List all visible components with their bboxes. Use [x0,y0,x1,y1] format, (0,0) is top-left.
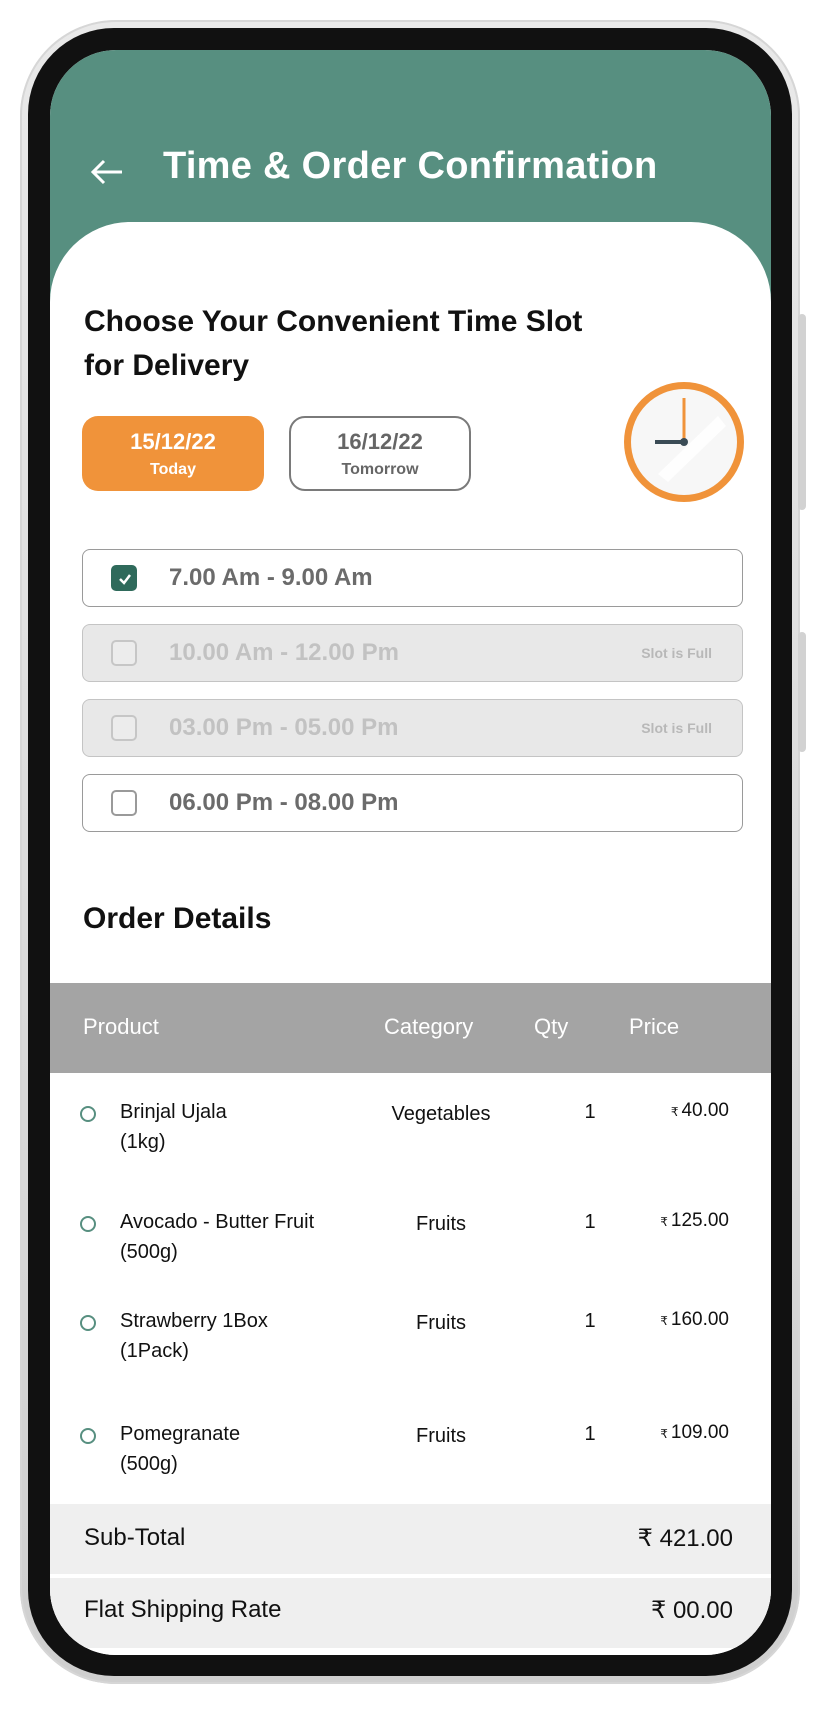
subtotal-label: Sub-Total [84,1524,186,1551]
page-title: Time & Order Confirmation [163,145,658,187]
back-button[interactable] [88,152,128,192]
currency-symbol: ₹ [660,1215,668,1229]
slot-checkbox[interactable] [111,790,137,816]
product-category: Vegetables [391,1103,491,1125]
clock-icon [624,382,744,502]
product-price: ₹125.00 [660,1210,729,1232]
product-unit: (1Pack) [120,1340,189,1362]
arrow-left-icon [90,159,122,185]
time-slot-heading: Choose Your Convenient Time Slot for Del… [84,305,583,382]
slot-time: 06.00 Pm - 08.00 Pm [169,789,399,816]
slot-checkbox[interactable] [111,565,137,591]
circle-bullet-icon [80,1216,96,1232]
price-value: 109.00 [670,1422,729,1443]
time-slot-option[interactable]: 06.00 Pm - 08.00 Pm [82,774,743,832]
product-category: Fruits [416,1312,466,1334]
slot-time: 7.00 Am - 9.00 Am [169,564,373,591]
phone-side-button [798,314,806,510]
currency-symbol: ₹ [660,1314,668,1328]
currency-symbol: ₹ [660,1427,668,1441]
product-title: Avocado - Butter Fruit [120,1211,315,1233]
price-value: 125.00 [670,1210,729,1231]
date-label: Today [150,460,196,478]
app-screen: Time & Order Confirmation Choose Your Co… [50,50,771,1655]
circle-bullet-icon [80,1315,96,1331]
product-name: Strawberry 1Box (1Pack) [120,1306,268,1366]
table-row: Brinjal Ujala (1kg) Vegetables 1 ₹40.00 [50,1073,771,1184]
date-chip-tomorrow[interactable]: 16/12/22 Tomorrow [289,416,471,491]
product-title: Pomegranate [120,1423,241,1445]
slot-time: 03.00 Pm - 05.00 Pm [169,714,399,741]
product-qty: 1 [584,1423,596,1445]
time-slot-option-full: 03.00 Pm - 05.00 Pm Slot is Full [82,699,743,757]
slot-time: 10.00 Am - 12.00 Pm [169,639,399,666]
slot-full-note: Slot is Full [641,720,712,736]
time-slot-option-full: 10.00 Am - 12.00 Pm Slot is Full [82,624,743,682]
product-category: Fruits [416,1213,466,1235]
circle-bullet-icon [80,1106,96,1122]
date-value: 15/12/22 [130,428,216,454]
column-header-category: Category [384,1014,474,1039]
product-name: Pomegranate (500g) [120,1419,240,1479]
shipping-label: Flat Shipping Rate [84,1596,282,1623]
shipping-value: ₹ 00.00 [651,1597,733,1624]
date-label: Tomorrow [341,460,419,478]
product-name: Avocado - Butter Fruit (500g) [120,1207,314,1267]
product-category: Fruits [416,1425,466,1447]
slot-checkbox [111,715,137,741]
column-header-product: Product [83,1014,159,1039]
table-row: Avocado - Butter Fruit (500g) Fruits 1 ₹… [50,1183,771,1294]
product-price: ₹40.00 [671,1100,729,1122]
order-details-title: Order Details [83,902,272,935]
table-row: Pomegranate (500g) Fruits 1 ₹109.00 [50,1392,771,1505]
column-header-qty: Qty [534,1014,569,1039]
table-row: Strawberry 1Box (1Pack) Fruits 1 ₹160.00 [50,1293,771,1393]
product-unit: (500g) [120,1241,178,1263]
product-price: ₹109.00 [660,1422,729,1444]
order-table-header: Product Category Qty Price [50,983,771,1073]
product-qty: 1 [584,1101,596,1123]
slot-checkbox [111,640,137,666]
price-value: 40.00 [681,1100,729,1121]
date-chip-today[interactable]: 15/12/22 Today [82,416,264,491]
product-name: Brinjal Ujala (1kg) [120,1097,227,1157]
column-header-price: Price [629,1014,680,1039]
subtotal-value: ₹ 421.00 [637,1525,733,1552]
time-slot-option[interactable]: 7.00 Am - 9.00 Am [82,549,743,607]
product-title: Brinjal Ujala [120,1101,227,1123]
slot-full-note: Slot is Full [641,645,712,661]
shipping-row: Flat Shipping Rate ₹ 00.00 [50,1578,771,1648]
product-unit: (1kg) [120,1131,166,1153]
date-value: 16/12/22 [337,428,423,454]
product-qty: 1 [584,1310,596,1332]
subtotal-row: Sub-Total ₹ 421.00 [50,1504,771,1574]
price-value: 160.00 [670,1309,729,1330]
circle-bullet-icon [80,1428,96,1444]
product-unit: (500g) [120,1453,178,1475]
product-qty: 1 [584,1211,596,1233]
product-title: Strawberry 1Box [120,1310,268,1332]
check-icon [119,574,131,585]
product-price: ₹160.00 [660,1309,729,1331]
phone-side-button [798,632,806,752]
currency-symbol: ₹ [670,1105,679,1119]
